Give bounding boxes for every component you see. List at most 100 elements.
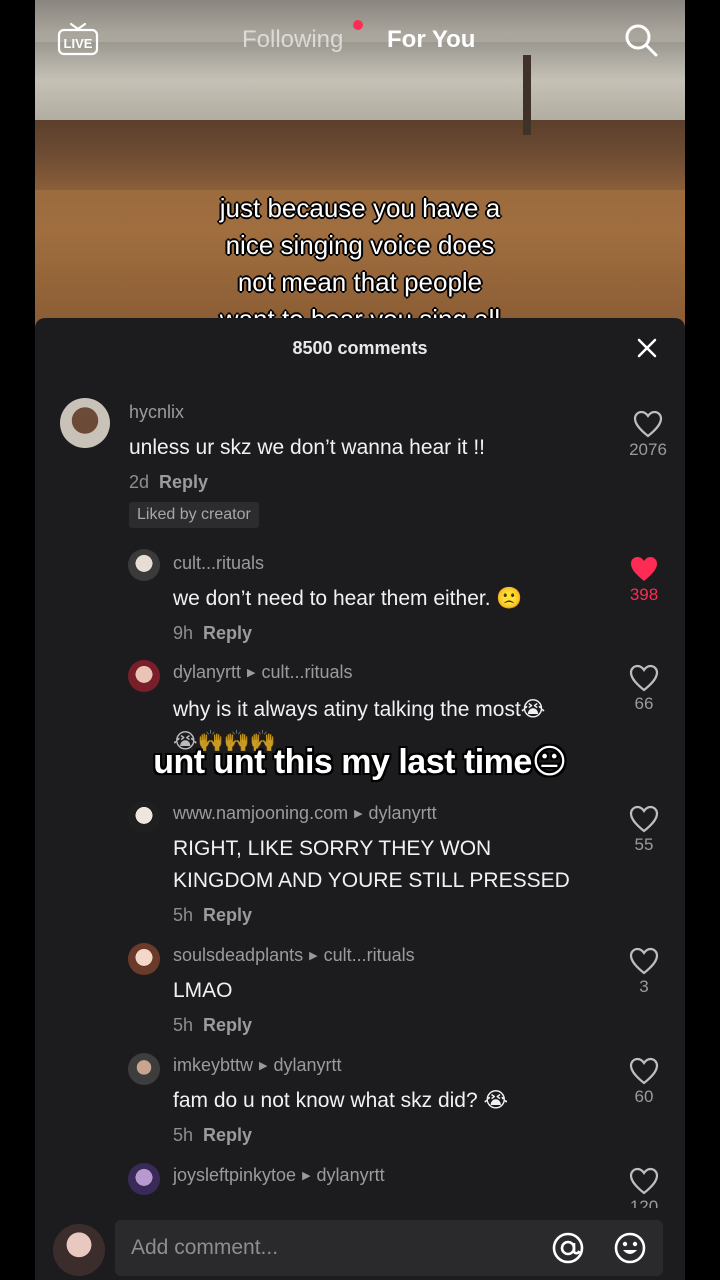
reply-arrow-icon: ▶ bbox=[259, 1060, 268, 1072]
comment-meta: 5h Reply bbox=[173, 1125, 252, 1146]
username-text: www.namjooning.com bbox=[173, 803, 349, 823]
heart-icon bbox=[629, 805, 659, 833]
comment-item: imkeybttw ▶ dylanyrtt fam do u not know wh… bbox=[35, 1049, 685, 1149]
comment-text-line2: KINGDOM AND YOURE STILL PRESSED bbox=[173, 869, 570, 892]
tab-for-you[interactable]: For You bbox=[387, 26, 475, 54]
reply-to-username: cult...rituals bbox=[323, 945, 415, 965]
like-count: 66 bbox=[634, 694, 654, 713]
smiley-icon bbox=[614, 1232, 646, 1264]
comment-username[interactable]: dylanyrtt ▶ cult...rituals bbox=[173, 662, 353, 683]
comment-text: fam do u not know what skz did? 😭 bbox=[173, 1089, 509, 1112]
comment-item: joysleftpinkytoe ▶ dylanyrtt 120 bbox=[35, 1159, 685, 1208]
comment-username[interactable]: imkeybttw ▶ dylanyrtt bbox=[173, 1055, 342, 1076]
live-button[interactable]: LIVE bbox=[57, 22, 99, 56]
username-text: hycnlix bbox=[129, 402, 185, 422]
like-count: 120 bbox=[629, 1197, 659, 1208]
reply-arrow-icon: ▶ bbox=[302, 1170, 311, 1182]
my-avatar bbox=[53, 1224, 105, 1276]
at-sign-icon bbox=[552, 1232, 584, 1264]
emoji-button[interactable] bbox=[613, 1231, 647, 1265]
like-button[interactable]: 2076 bbox=[623, 410, 673, 460]
video-caption: just because you have a nice singing voi… bbox=[35, 190, 685, 338]
comment-item: dylanyrtt ▶ cult...rituals why is it alway… bbox=[35, 656, 685, 756]
like-button[interactable]: 120 bbox=[619, 1167, 669, 1208]
add-comment-placeholder: Add comment... bbox=[131, 1236, 279, 1259]
mention-button[interactable] bbox=[551, 1231, 585, 1265]
comment-text: unless ur skz we don’t wanna hear it !! bbox=[129, 436, 486, 459]
caption-line: just because you have a bbox=[219, 193, 501, 223]
comment-meta: 5h Reply bbox=[173, 1015, 252, 1036]
search-icon bbox=[625, 24, 658, 57]
video-player[interactable]: just because you have a nice singing voi… bbox=[35, 0, 685, 334]
live-label: LIVE bbox=[64, 36, 93, 51]
reply-button[interactable]: Reply bbox=[159, 472, 208, 492]
comment-text: RIGHT, LIKE SORRY THEY WON bbox=[173, 837, 492, 860]
caption-line: nice singing voice does bbox=[225, 230, 495, 260]
video-scene-beam bbox=[35, 120, 685, 190]
reply-button[interactable]: Reply bbox=[203, 1125, 252, 1145]
heart-icon bbox=[629, 1167, 659, 1195]
heart-filled-icon bbox=[631, 557, 657, 581]
like-button[interactable]: 60 bbox=[619, 1057, 669, 1107]
comment-time: 2d bbox=[129, 472, 150, 492]
avatar[interactable] bbox=[128, 549, 160, 581]
like-count: 55 bbox=[634, 835, 654, 854]
comment-text: LMAO bbox=[173, 979, 233, 1002]
comment-username[interactable]: www.namjooning.com ▶ dylanyrtt bbox=[173, 803, 437, 824]
avatar[interactable] bbox=[128, 943, 160, 975]
tab-following[interactable]: Following bbox=[242, 26, 343, 54]
close-button[interactable] bbox=[635, 336, 659, 360]
like-count: 3 bbox=[639, 977, 649, 996]
heart-icon bbox=[629, 664, 659, 692]
avatar[interactable] bbox=[128, 660, 160, 692]
comment-username[interactable]: hycnlix bbox=[129, 402, 184, 423]
notification-dot bbox=[353, 20, 363, 30]
like-count: 60 bbox=[634, 1087, 654, 1106]
comment-meta: 9h Reply bbox=[173, 623, 252, 644]
like-count: 398 bbox=[629, 585, 659, 604]
comment-username[interactable]: soulsdeadplants ▶ cult...rituals bbox=[173, 945, 415, 966]
reply-button[interactable]: Reply bbox=[203, 1015, 252, 1035]
heart-icon bbox=[629, 947, 659, 975]
live-tv-icon: LIVE bbox=[57, 22, 99, 56]
reply-to-username: cult...rituals bbox=[261, 662, 353, 682]
reply-to-username: dylanyrtt bbox=[273, 1055, 342, 1075]
reply-to-username: dylanyrtt bbox=[316, 1165, 385, 1185]
comment-text: we don’t need to hear them either. 🙁 bbox=[173, 587, 523, 610]
avatar[interactable] bbox=[60, 398, 110, 448]
phone-screen: just because you have a nice singing voi… bbox=[35, 0, 685, 1280]
reply-button[interactable]: Reply bbox=[203, 623, 252, 643]
search-button[interactable] bbox=[623, 22, 659, 58]
comment-text: why is it always atiny talking the most😭 bbox=[173, 698, 546, 721]
username-text: cult...rituals bbox=[173, 553, 265, 573]
comment-item: cult...rituals we don’t need to hear the… bbox=[35, 545, 685, 645]
reply-arrow-icon: ▶ bbox=[247, 667, 256, 679]
username-text: soulsdeadplants bbox=[173, 945, 304, 965]
like-button[interactable]: 55 bbox=[619, 805, 669, 855]
reply-arrow-icon: ▶ bbox=[354, 808, 363, 820]
like-button[interactable]: 398 bbox=[619, 555, 669, 605]
reply-button[interactable]: Reply bbox=[203, 905, 252, 925]
comment-meta: 5h Reply bbox=[173, 905, 252, 926]
like-button[interactable]: 3 bbox=[619, 947, 669, 997]
comment-time: 5h bbox=[173, 1015, 194, 1035]
video-scene-post bbox=[523, 55, 531, 135]
avatar[interactable] bbox=[128, 801, 160, 833]
comments-count: 8500 comments bbox=[292, 338, 428, 358]
comment-username[interactable]: joysleftpinkytoe ▶ dylanyrtt bbox=[173, 1165, 385, 1186]
username-text: imkeybttw bbox=[173, 1055, 254, 1075]
like-button[interactable]: 66 bbox=[619, 664, 669, 714]
reply-arrow-icon: ▶ bbox=[309, 950, 318, 962]
username-text: joysleftpinkytoe bbox=[173, 1165, 297, 1185]
overlay-text: unt unt this my last time😐 bbox=[153, 743, 567, 781]
comment-item: soulsdeadplants ▶ cult...rituals LMAO 5h Re… bbox=[35, 939, 685, 1039]
add-comment-input[interactable]: Add comment... bbox=[115, 1220, 663, 1276]
comment-meta: 2d Reply bbox=[129, 472, 208, 493]
comment-time: 9h bbox=[173, 623, 194, 643]
caption-line: not mean that people bbox=[237, 267, 483, 297]
avatar[interactable] bbox=[128, 1053, 160, 1085]
avatar[interactable] bbox=[128, 1163, 160, 1195]
comment-username[interactable]: cult...rituals bbox=[173, 553, 264, 574]
comment-time: 5h bbox=[173, 905, 194, 925]
liked-by-creator-badge: Liked by creator bbox=[129, 502, 259, 528]
